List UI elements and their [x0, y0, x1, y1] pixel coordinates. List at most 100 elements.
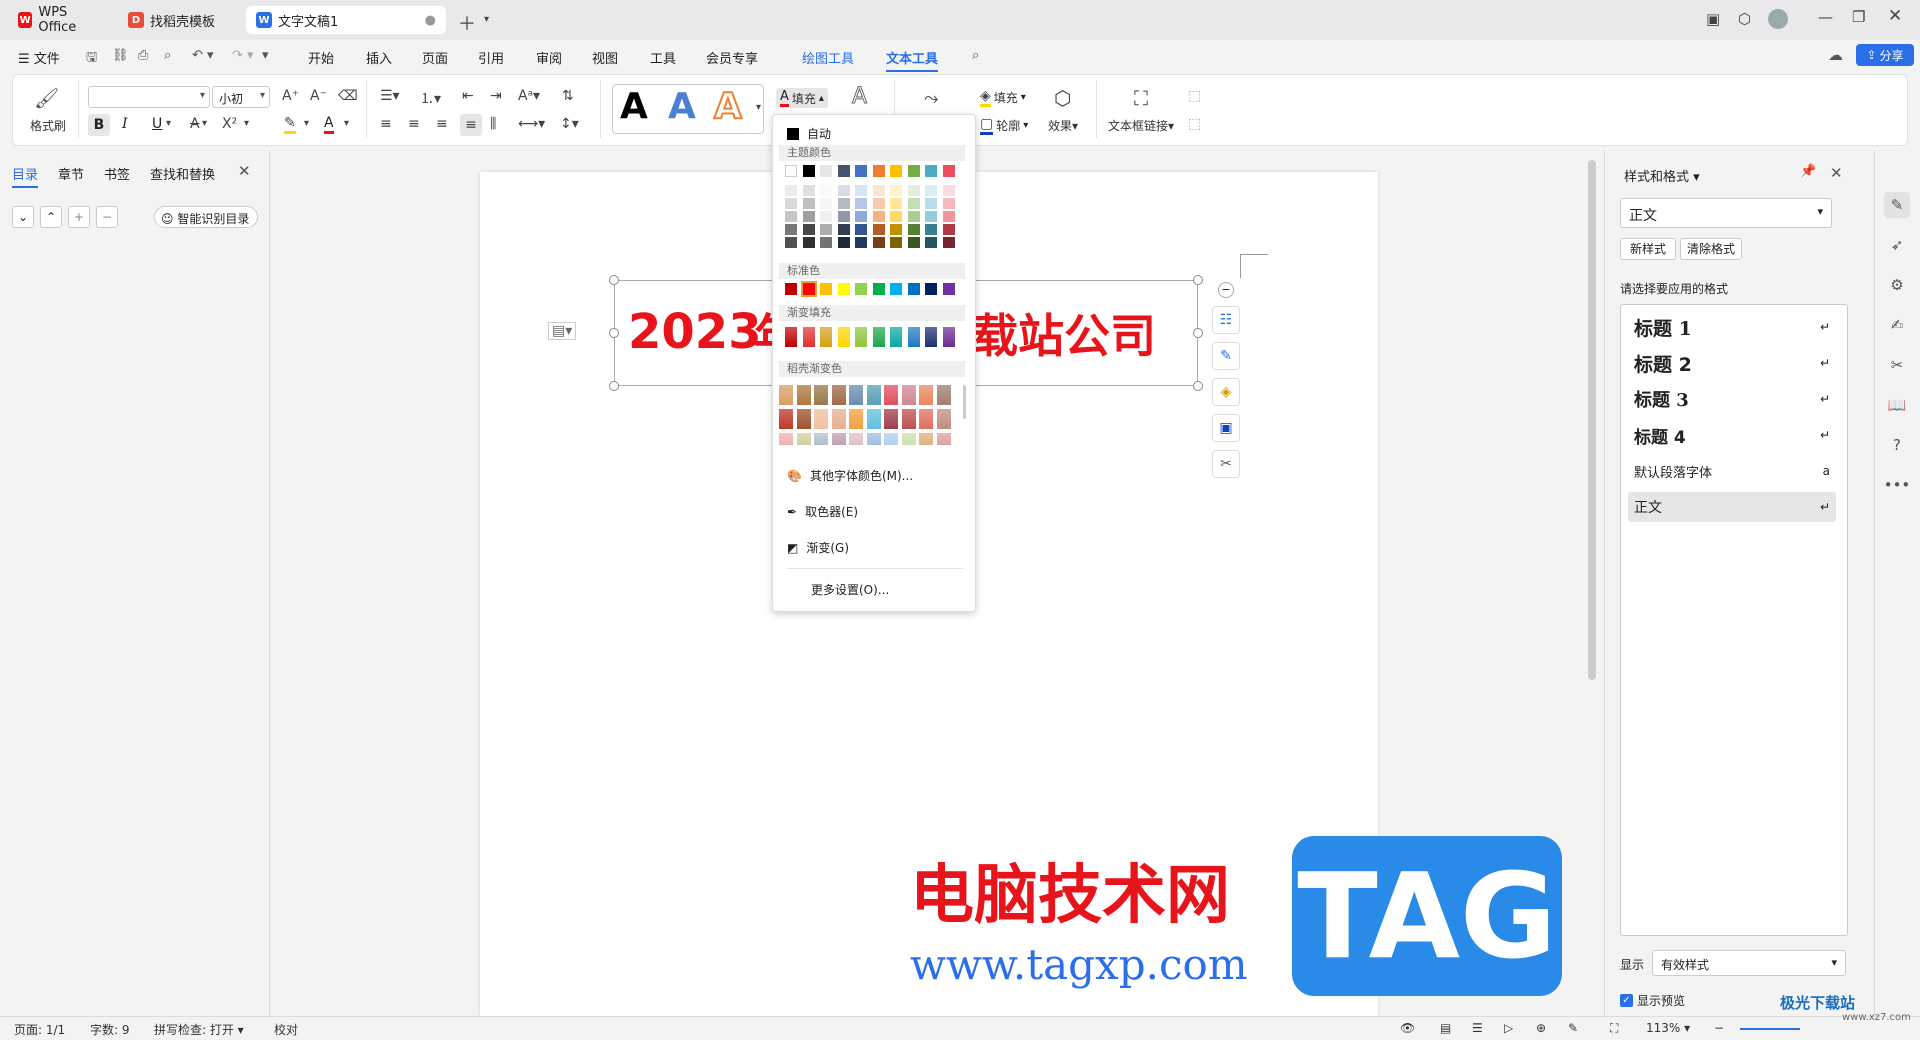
- sliders-icon[interactable]: ⚙: [1884, 272, 1910, 298]
- line-spacing-icon[interactable]: ↕▾: [560, 116, 579, 132]
- zoom-slider[interactable]: [1740, 1028, 1800, 1030]
- restore-icon[interactable]: ❐: [1852, 8, 1865, 26]
- eyedropper-item[interactable]: ✒ 取色器(E): [787, 503, 858, 520]
- gradient-fill-swatch[interactable]: [907, 327, 920, 347]
- close-panel-icon[interactable]: ✕: [238, 162, 251, 180]
- standard-color-swatch[interactable]: [800, 281, 817, 297]
- theme-shade-swatch[interactable]: [837, 198, 850, 209]
- align-left-icon[interactable]: ≡: [380, 116, 392, 132]
- clear-format-button[interactable]: 清除格式: [1680, 238, 1742, 260]
- docer-gradient-swatch[interactable]: [919, 409, 933, 429]
- theme-shade-swatch[interactable]: [855, 185, 867, 196]
- theme-shade-swatch[interactable]: [925, 211, 937, 222]
- menu-insert[interactable]: 插入: [366, 48, 392, 67]
- chevron-down-icon[interactable]: ▾: [304, 118, 309, 129]
- fill-icon[interactable]: ◈: [1212, 378, 1240, 406]
- close-icon[interactable]: ✕: [1830, 164, 1843, 182]
- docer-gradient-swatch[interactable]: [936, 409, 951, 429]
- theme-shade-swatch[interactable]: [872, 211, 885, 222]
- theme-shade-swatch[interactable]: [785, 211, 797, 222]
- collapse-icon[interactable]: ⌄: [12, 206, 34, 228]
- theme-shade-swatch[interactable]: [890, 237, 902, 248]
- tab-docer-templates[interactable]: D 找稻壳模板: [118, 6, 238, 34]
- eye-icon[interactable]: 👁: [1400, 1021, 1415, 1035]
- layout-options-icon[interactable]: ☷: [1212, 306, 1240, 334]
- standard-color-swatch[interactable]: [785, 283, 797, 295]
- align-center-icon[interactable]: ≡: [408, 116, 420, 132]
- zoom-out-icon[interactable]: −: [1714, 1021, 1724, 1035]
- theme-color-swatch[interactable]: [785, 165, 797, 177]
- increase-indent-icon[interactable]: ⇥: [490, 88, 502, 104]
- superscript-icon[interactable]: X²: [222, 116, 237, 132]
- menu-text-tools[interactable]: 文本工具: [886, 48, 939, 72]
- tab-dot-icon[interactable]: ●: [425, 13, 436, 28]
- clear-format-icon[interactable]: ⌫: [338, 88, 358, 104]
- docer-gradient-swatch[interactable]: [779, 409, 793, 429]
- web-view-icon[interactable]: ⊕: [1536, 1021, 1546, 1035]
- docer-gradient-swatch[interactable]: [796, 385, 811, 405]
- new-style-button[interactable]: 新样式: [1620, 238, 1676, 260]
- docer-gradient-swatch[interactable]: [919, 385, 933, 405]
- tab-chapter[interactable]: 章节: [58, 164, 84, 183]
- theme-shade-swatch[interactable]: [925, 198, 937, 209]
- style-heading-4[interactable]: 标题 4 ↵: [1628, 420, 1836, 450]
- page-view-icon[interactable]: ▤: [1440, 1021, 1451, 1035]
- style-body[interactable]: 正文 ↵: [1628, 492, 1836, 522]
- standard-color-swatch[interactable]: [925, 283, 937, 295]
- docer-gradient-swatch[interactable]: [849, 433, 863, 445]
- more-settings-item[interactable]: 更多设置(O)...: [811, 581, 889, 598]
- page-count[interactable]: 页面: 1/1: [14, 1021, 65, 1038]
- style-heading-3[interactable]: 标题 3 ↵: [1628, 384, 1836, 414]
- more-icon[interactable]: •••: [1884, 472, 1911, 498]
- outline-view-icon[interactable]: ☰: [1472, 1021, 1483, 1035]
- show-preview-checkbox[interactable]: ✓ 显示预览: [1620, 992, 1685, 1009]
- theme-shade-swatch[interactable]: [907, 224, 920, 235]
- gradient-fill-swatch[interactable]: [942, 327, 955, 347]
- play-icon[interactable]: ▷: [1504, 1021, 1513, 1035]
- search-icon[interactable]: ⌕: [972, 48, 979, 63]
- distribute-icon[interactable]: ⫼: [490, 116, 496, 132]
- theme-color-swatch[interactable]: [837, 165, 850, 177]
- edit-doc-icon[interactable]: ✍: [1884, 312, 1910, 338]
- theme-shade-swatch[interactable]: [837, 224, 850, 235]
- new-tab-icon[interactable]: ＋: [458, 10, 476, 36]
- redo-icon[interactable]: ↷ ▾: [232, 48, 254, 63]
- word-count[interactable]: 字数: 9: [90, 1021, 130, 1038]
- theme-shade-swatch[interactable]: [837, 237, 850, 248]
- theme-shade-swatch[interactable]: [855, 237, 867, 248]
- gradient-fill-swatch[interactable]: [785, 327, 797, 347]
- theme-shade-swatch[interactable]: [907, 198, 920, 209]
- layout-icon[interactable]: ▣: [1706, 10, 1720, 28]
- link-icon[interactable]: ⛓: [112, 48, 129, 63]
- standard-color-swatch[interactable]: [820, 283, 832, 295]
- standard-color-swatch[interactable]: [907, 283, 920, 295]
- standard-color-swatch[interactable]: [855, 283, 867, 295]
- style-default-font[interactable]: 默认段落字体 a: [1628, 456, 1836, 486]
- zoom-level[interactable]: 113% ▾: [1646, 1021, 1690, 1035]
- theme-color-swatch[interactable]: [925, 165, 937, 177]
- preview-icon[interactable]: ⌕: [164, 48, 171, 63]
- standard-color-swatch[interactable]: [942, 283, 955, 295]
- theme-shade-swatch[interactable]: [785, 198, 797, 209]
- docer-gradient-swatch[interactable]: [796, 433, 811, 445]
- theme-shade-swatch[interactable]: [907, 185, 920, 196]
- docer-gradient-swatch[interactable]: [884, 409, 898, 429]
- undo-icon[interactable]: ↶ ▾: [192, 48, 214, 63]
- theme-shade-swatch[interactable]: [855, 211, 867, 222]
- bold-button[interactable]: B: [88, 114, 110, 136]
- tab-wps-office[interactable]: W WPS Office: [8, 5, 112, 35]
- theme-shade-swatch[interactable]: [872, 237, 885, 248]
- current-style-select[interactable]: 正文 ▾: [1620, 198, 1832, 228]
- pen-icon[interactable]: ✎: [1884, 192, 1910, 218]
- effect-cube-icon[interactable]: ⬡: [1054, 86, 1071, 110]
- column-spacing-icon[interactable]: ⟷▾: [518, 116, 545, 132]
- gradient-fill-swatch[interactable]: [820, 327, 832, 347]
- gradient-fill-swatch[interactable]: [925, 327, 937, 347]
- bullets-icon[interactable]: ☰▾: [380, 88, 400, 104]
- theme-color-swatch[interactable]: [872, 165, 885, 177]
- shape-fill-button[interactable]: ◈ 填充 ▾: [980, 88, 1026, 107]
- docer-gradient-swatch[interactable]: [884, 385, 898, 405]
- theme-shade-swatch[interactable]: [925, 224, 937, 235]
- style-heading-1[interactable]: 标题 1 ↵: [1628, 312, 1836, 342]
- theme-shade-swatch[interactable]: [942, 237, 955, 248]
